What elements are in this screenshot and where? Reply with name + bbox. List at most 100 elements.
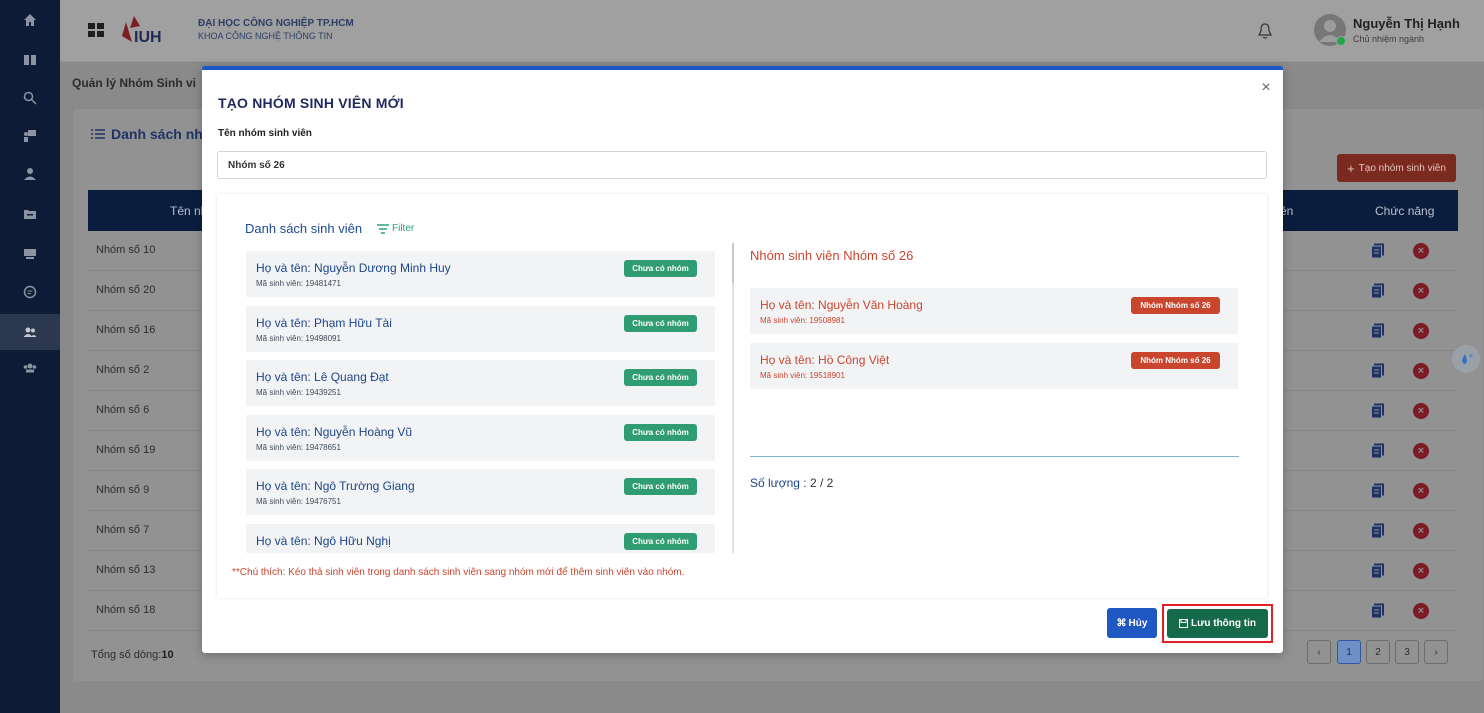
delete-icon[interactable]: ×	[1413, 323, 1429, 339]
member-card[interactable]: Họ và tên: Hồ Công Việt Mã sinh viên: 195…	[750, 343, 1238, 389]
copy-icon[interactable]	[1371, 243, 1385, 259]
status-badge: Chưa có nhóm	[624, 532, 697, 550]
student-assignment-panel: Danh sách sinh viên Filter Họ và tên: Ng…	[217, 194, 1267, 598]
top-bar: IUH ĐẠI HỌC CÔNG NGHIỆP TP.HCM KHOA CÔNG…	[60, 0, 1484, 62]
close-small-icon: ⌘	[1116, 617, 1127, 629]
users-icon	[23, 363, 37, 373]
student-name: Họ và tên: Ngô Hữu Nghị	[256, 533, 391, 548]
filter-button[interactable]: Filter	[377, 223, 414, 234]
group-name-cell: Nhóm số 7	[96, 524, 150, 536]
svg-text:IUH: IUH	[134, 29, 162, 46]
group-name-cell: Nhóm số 18	[96, 604, 156, 616]
available-student-list: Họ và tên: Nguyễn Dương Minh Huy Mã sinh …	[246, 251, 715, 553]
sidebar-item-groups[interactable]	[0, 314, 60, 350]
group-badge: Nhóm Nhóm số 26	[1131, 352, 1220, 369]
student-id: Mã sinh viên: 19439251	[256, 388, 341, 397]
group-name-cell: Nhóm số 20	[96, 284, 156, 296]
group-badge: Nhóm Nhóm số 26	[1131, 297, 1220, 314]
group-name-cell: Nhóm số 2	[96, 364, 150, 376]
delete-icon[interactable]: ×	[1413, 603, 1429, 619]
drag-drop-note: **Chú thích: Kéo thả sinh viên trong dan…	[232, 567, 685, 578]
status-badge: Chưa có nhóm	[624, 314, 697, 332]
copy-icon[interactable]	[1371, 523, 1385, 539]
copy-icon[interactable]	[1371, 563, 1385, 579]
sidebar-item-presentation[interactable]	[0, 118, 60, 154]
sidebar-item-books[interactable]	[0, 42, 60, 78]
delete-icon[interactable]: ×	[1413, 483, 1429, 499]
copy-icon[interactable]	[1371, 283, 1385, 299]
water-drop-icon: +	[1462, 352, 1474, 364]
plus-icon: +	[1347, 160, 1355, 176]
member-count: Số lượng : 2 / 2	[750, 476, 833, 490]
chat-icon	[23, 285, 37, 299]
save-label: Lưu thông tin	[1191, 618, 1256, 629]
student-name: Họ và tên: Lê Quang Đạt	[256, 370, 389, 384]
student-icon	[24, 168, 36, 180]
sidebar-item-home[interactable]	[0, 2, 60, 38]
bell-icon[interactable]	[1257, 22, 1273, 40]
column-header-actions: Chức năng	[1375, 204, 1435, 218]
member-card[interactable]: Họ và tên: Nguyễn Văn Hoàng Mã sinh viên:…	[750, 288, 1238, 334]
delete-icon[interactable]: ×	[1413, 283, 1429, 299]
copy-icon[interactable]	[1371, 443, 1385, 459]
save-button[interactable]: Lưu thông tin	[1167, 609, 1268, 638]
delete-icon[interactable]: ×	[1413, 443, 1429, 459]
close-icon[interactable]: ×	[1258, 80, 1274, 96]
copy-icon[interactable]	[1371, 483, 1385, 499]
pagination-page-2[interactable]: 2	[1366, 640, 1390, 664]
folder-icon	[24, 210, 36, 219]
cancel-label: Hủy	[1128, 617, 1148, 629]
group-name-label: Tên nhóm sinh viên	[218, 128, 312, 139]
copy-icon[interactable]	[1371, 603, 1385, 619]
copy-icon[interactable]	[1371, 323, 1385, 339]
create-group-button[interactable]: + Tạo nhóm sinh viên	[1337, 154, 1456, 182]
student-name: Họ và tên: Phạm Hữu Tài	[256, 315, 392, 330]
sidebar-item-student[interactable]	[0, 156, 60, 192]
cancel-button[interactable]: ⌘ Hủy	[1107, 608, 1157, 638]
student-name: Họ và tên: Nguyễn Dương Minh Huy	[256, 261, 451, 275]
student-card[interactable]: Họ và tên: Ngô Trường Giang Mã sinh viên:…	[246, 469, 715, 515]
monitor-icon	[24, 249, 36, 259]
floating-helper-button[interactable]: +	[1452, 345, 1480, 373]
delete-icon[interactable]: ×	[1413, 243, 1429, 259]
sidebar-item-folder[interactable]	[0, 196, 60, 232]
sidebar-item-search[interactable]	[0, 80, 60, 116]
student-card[interactable]: Họ và tên: Nguyễn Hoàng Vũ Mã sinh viên: …	[246, 414, 715, 461]
student-card[interactable]: Họ và tên: Lê Quang Đạt Mã sinh viên: 194…	[246, 360, 715, 406]
pagination-next-button[interactable]: ›	[1424, 640, 1448, 664]
member-id: Mã sinh viên: 19518901	[760, 371, 845, 380]
pagination-prev-button[interactable]: ‹	[1307, 640, 1331, 664]
home-icon	[24, 14, 36, 26]
apps-grid-icon[interactable]	[88, 23, 104, 37]
delete-icon[interactable]: ×	[1413, 363, 1429, 379]
chevron-right-icon: ›	[1434, 646, 1438, 658]
copy-icon[interactable]	[1371, 403, 1385, 419]
student-card[interactable]: Họ và tên: Nguyễn Dương Minh Huy Mã sinh …	[246, 251, 715, 297]
status-badge: Chưa có nhóm	[624, 369, 697, 386]
presentation-icon	[24, 130, 36, 142]
sidebar	[0, 0, 60, 713]
delete-icon[interactable]: ×	[1413, 523, 1429, 539]
student-card[interactable]: Họ và tên: Phạm Hữu Tài Mã sinh viên: 194…	[246, 305, 715, 352]
pagination-page-1[interactable]: 1	[1337, 640, 1361, 664]
list-icon	[91, 129, 105, 139]
delete-icon[interactable]: ×	[1413, 563, 1429, 579]
sidebar-item-users[interactable]	[0, 350, 60, 386]
total-rows-label: Tổng số dòng:	[91, 649, 162, 661]
student-list-scrollbar[interactable]	[732, 243, 734, 553]
sidebar-item-chat[interactable]	[0, 274, 60, 310]
sidebar-item-monitor[interactable]	[0, 236, 60, 272]
avatar[interactable]	[1314, 14, 1346, 46]
chevron-left-icon: ‹	[1317, 646, 1321, 658]
student-card[interactable]: Họ và tên: Ngô Hữu Nghị Chưa có nhóm	[246, 523, 715, 553]
copy-icon[interactable]	[1371, 363, 1385, 379]
group-name-input[interactable]	[217, 151, 1267, 179]
delete-icon[interactable]: ×	[1413, 403, 1429, 419]
group-icon	[23, 327, 37, 337]
scrollbar-thumb[interactable]	[732, 243, 734, 283]
pagination-page-3[interactable]: 3	[1395, 640, 1419, 664]
member-name: Họ và tên: Hồ Công Việt	[760, 353, 890, 367]
total-rows-value: 10	[161, 649, 174, 661]
student-name: Họ và tên: Ngô Trường Giang	[256, 479, 415, 493]
divider	[750, 456, 1239, 457]
